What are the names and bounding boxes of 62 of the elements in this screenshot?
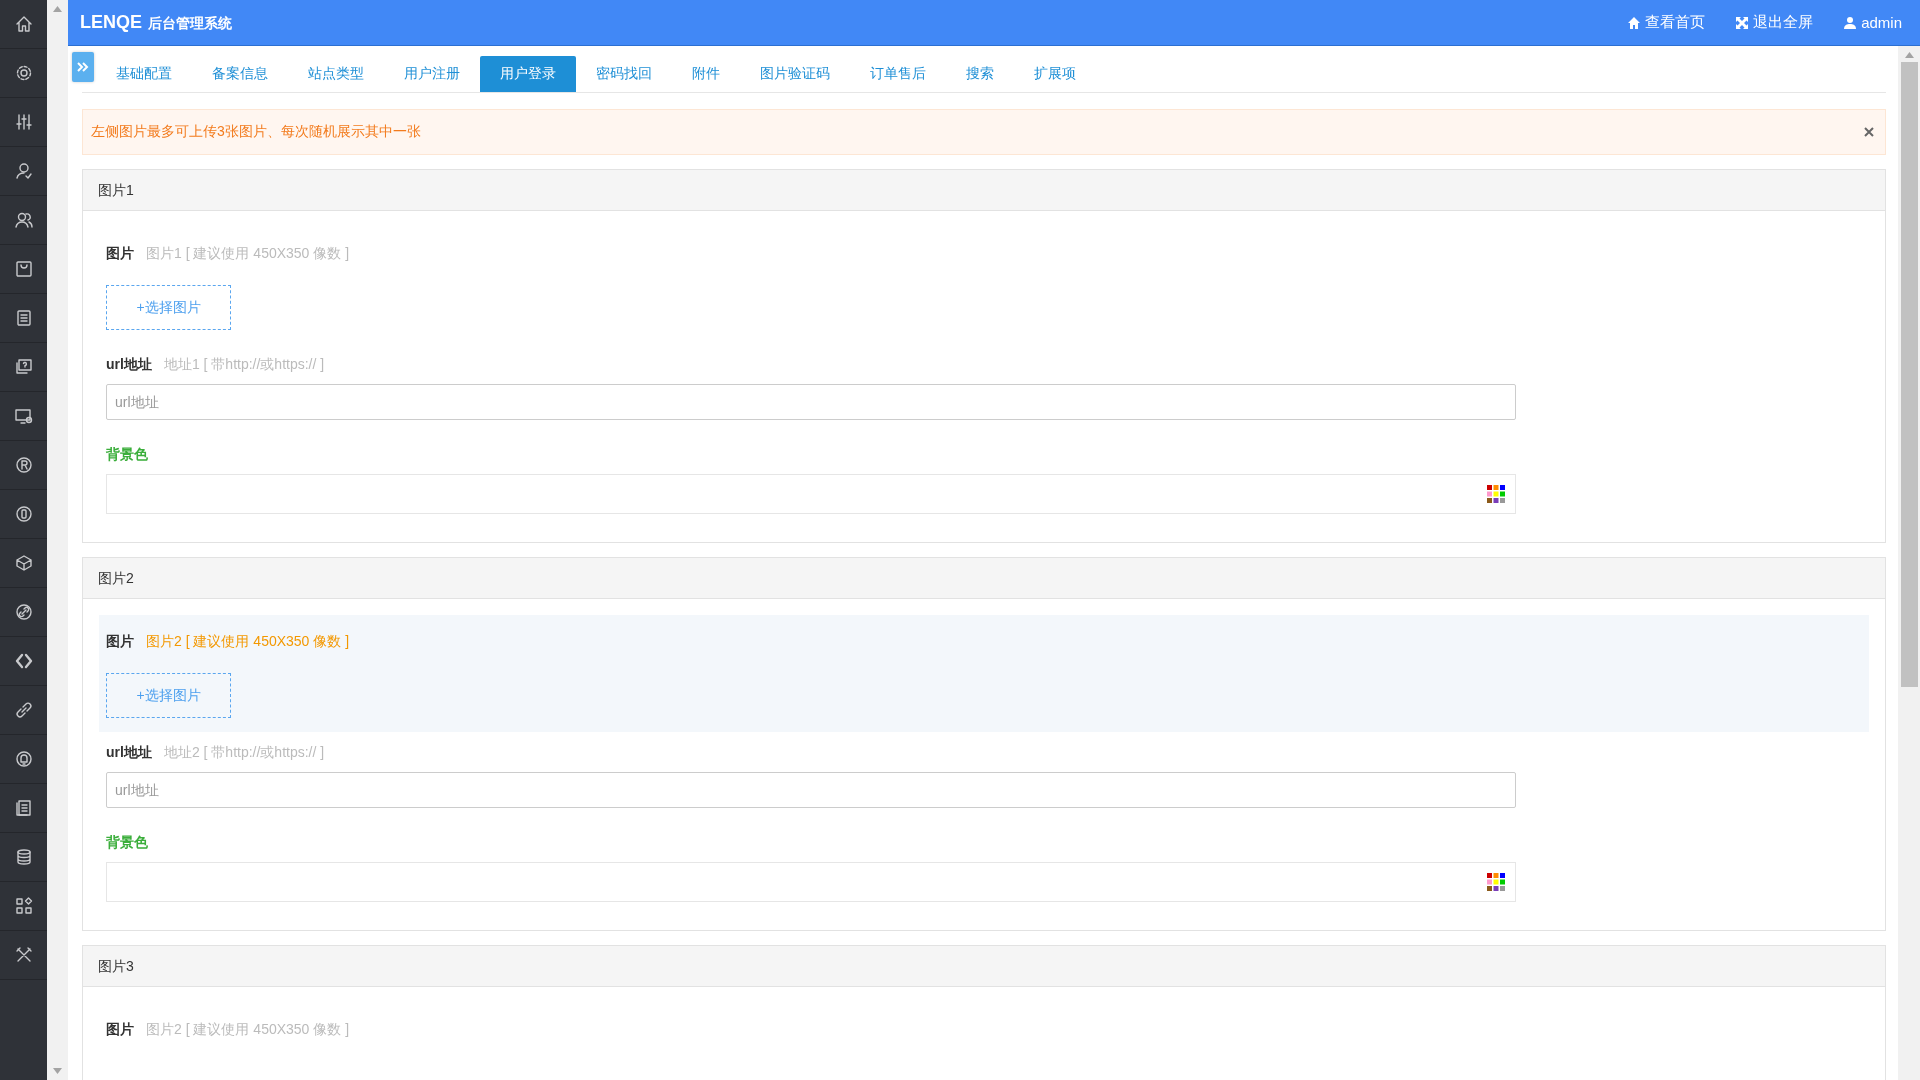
tab[interactable]: 备案信息: [192, 56, 288, 92]
tab[interactable]: 附件: [672, 56, 740, 92]
users-icon: [13, 210, 34, 230]
color-palette-icon[interactable]: [1487, 485, 1505, 503]
registered-icon: [13, 455, 34, 475]
field-label: url地址: [106, 356, 152, 374]
double-chevron-icon: [76, 60, 90, 74]
chevrons-icon: [13, 651, 34, 671]
tab[interactable]: 站点类型: [288, 56, 384, 92]
user-icon: [1843, 15, 1858, 30]
bell-icon: [13, 749, 34, 769]
field-label: 图片: [106, 245, 134, 263]
panel-title: 图片3: [83, 946, 1885, 987]
home-icon: [1627, 15, 1642, 30]
panel-title: 图片2: [83, 558, 1885, 599]
field-label: 背景色: [106, 446, 148, 464]
field-label: url地址: [106, 744, 152, 762]
system-name: 后台管理系统: [148, 15, 232, 33]
color-input[interactable]: [106, 474, 1516, 514]
header-link[interactable]: 退出全屏: [1735, 13, 1814, 32]
panel-title: 图片1: [83, 170, 1885, 211]
sliders-icon: [13, 112, 34, 132]
color-input[interactable]: [106, 862, 1516, 902]
field-label: 图片: [106, 633, 134, 651]
field-label: 背景色: [106, 834, 148, 852]
alert-message: 左侧图片最多可上传3张图片、每次随机展示其中一张: [91, 123, 422, 141]
select-image-button[interactable]: +选择图片: [106, 285, 231, 330]
apps-icon: [13, 896, 34, 916]
url-input[interactable]: url地址: [106, 772, 1516, 808]
link-circle-icon: [13, 602, 34, 622]
scrollbar[interactable]: [1898, 46, 1920, 1080]
field-hint: 图片2 [ 建议使用 450X350 像数 ]: [146, 1021, 350, 1039]
tab[interactable]: 基础配置: [96, 56, 192, 92]
expand-icon: [1735, 15, 1750, 30]
cube-icon: [13, 553, 34, 573]
select-image-button[interactable]: +选择图片: [106, 673, 231, 718]
scrollbar-thumb[interactable]: [1900, 62, 1918, 687]
color-palette-icon[interactable]: [1487, 873, 1505, 891]
close-icon[interactable]: [1863, 126, 1875, 138]
url-input[interactable]: url地址: [106, 384, 1516, 420]
field-hint: 图片1 [ 建议使用 450X350 像数 ]: [146, 245, 350, 263]
tab[interactable]: 用户登录: [480, 56, 576, 92]
tab[interactable]: 密码找回: [576, 56, 672, 92]
bag-icon: [13, 259, 34, 279]
header-link[interactable]: 查看首页: [1627, 13, 1706, 32]
tab[interactable]: 订单售后: [850, 56, 946, 92]
header-link[interactable]: admin: [1843, 13, 1902, 32]
phone-icon: [13, 504, 34, 524]
field-hint: 图片2 [ 建议使用 450X350 像数 ]: [146, 633, 350, 651]
field-label: 图片: [106, 1021, 134, 1039]
field-hint: 地址2 [ 带http://或https:// ]: [163, 744, 325, 762]
tab[interactable]: 扩展项: [1014, 56, 1096, 92]
question-icon: [13, 357, 34, 377]
link-icon: [13, 700, 34, 720]
tab[interactable]: 图片验证码: [740, 56, 850, 92]
tab[interactable]: 用户注册: [384, 56, 480, 92]
tab[interactable]: 搜索: [946, 56, 1014, 92]
field-hint: 地址1 [ 带http://或https:// ]: [163, 356, 325, 374]
user-check-icon: [13, 161, 34, 181]
logo: LENQE: [80, 12, 142, 33]
monitor-gear-icon: [13, 406, 34, 426]
document-icon: [13, 798, 34, 818]
